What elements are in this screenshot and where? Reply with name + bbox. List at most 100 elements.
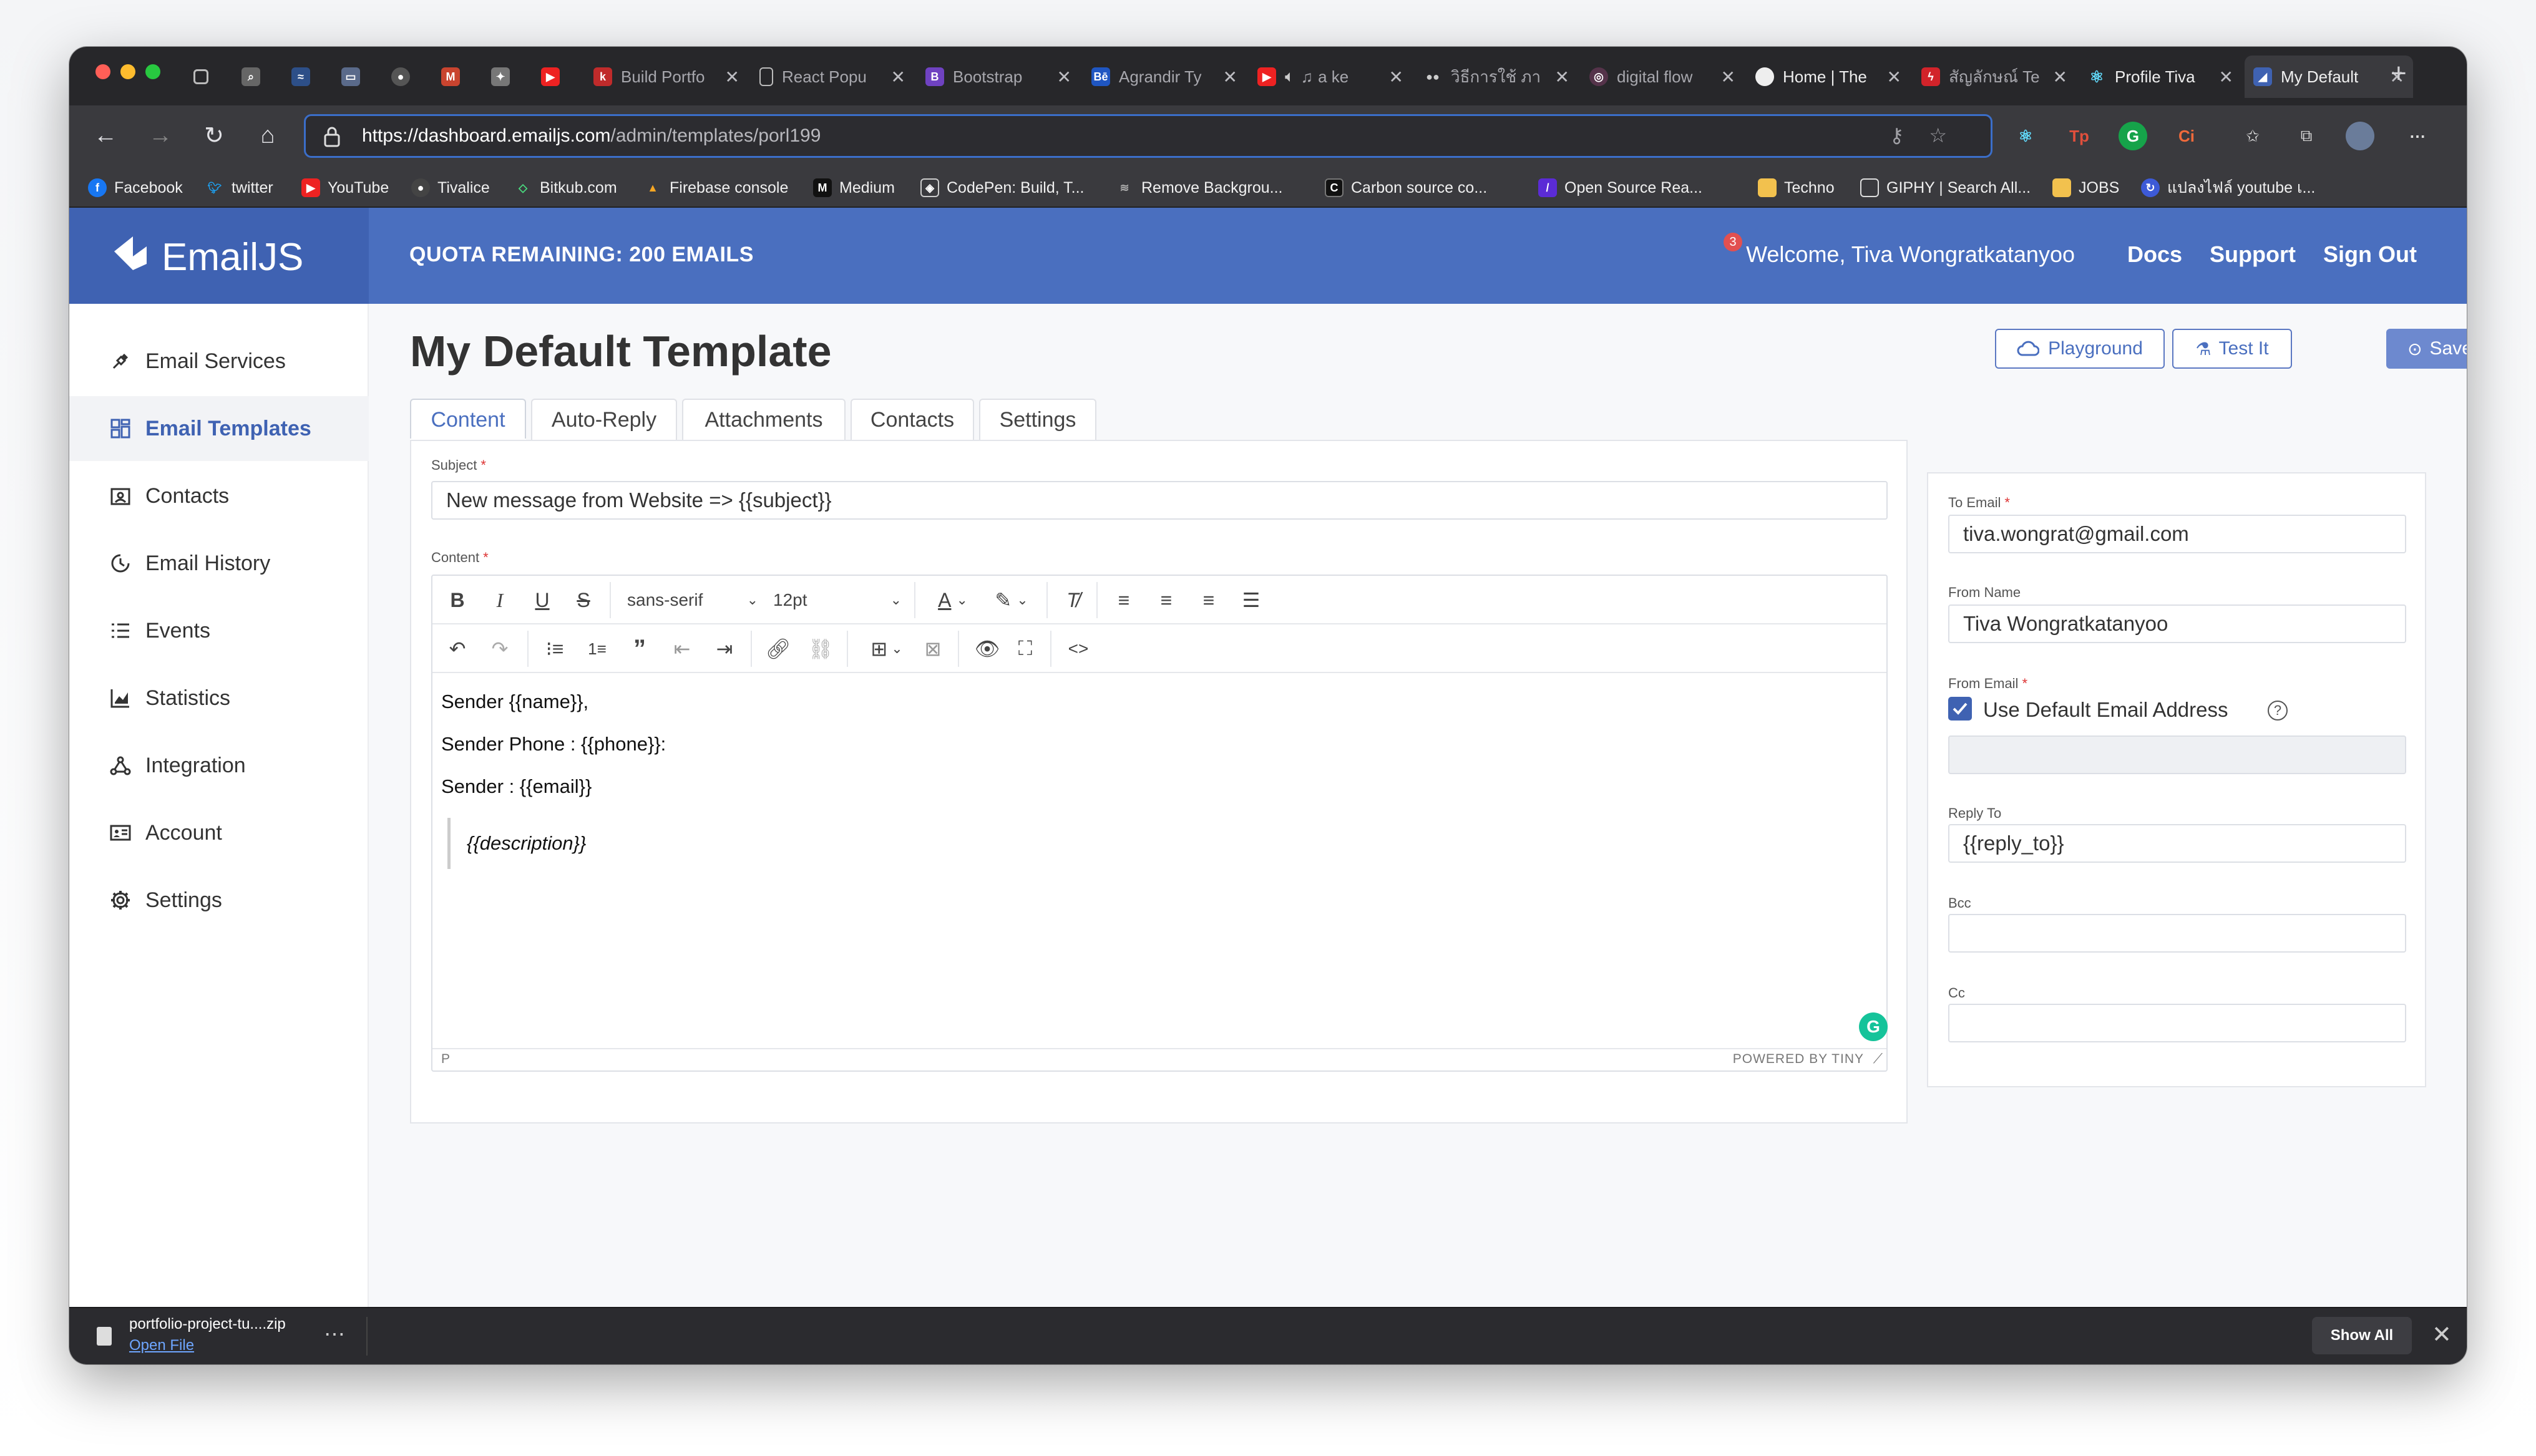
sidebar-item-email-history[interactable]: Email History [69, 531, 369, 596]
tab-pinned-1[interactable] [188, 56, 223, 98]
tab-my-default-active[interactable]: ◢ My Default ✕ [2245, 56, 2413, 98]
use-default-email-label[interactable]: Use Default Email Address [1983, 698, 2228, 722]
playground-button[interactable]: Playground [1995, 329, 2165, 369]
tab-auto-reply[interactable]: Auto-Reply [531, 399, 677, 440]
tab-thai-howto[interactable]: ●● วิธีการใช้ ภา ✕ [1415, 56, 1578, 98]
sidebar-item-settings[interactable]: Settings [69, 868, 369, 933]
from-name-input[interactable]: Tiva Wongratkatanyoo [1948, 604, 2406, 643]
key-icon[interactable]: ⚷ [1890, 124, 1929, 147]
cc-input[interactable] [1948, 1004, 2406, 1042]
save-button[interactable]: ⊙ Save [2386, 329, 2467, 369]
close-tab-icon[interactable]: ✕ [1057, 67, 1071, 87]
bookmark-yt-convert[interactable]: ↻ แปลงไฟล์ youtube เ... [2141, 177, 2315, 199]
react-devtools-icon[interactable]: ⚛ [2011, 122, 2040, 150]
more-menu-icon[interactable]: ⋯ [2403, 122, 2432, 150]
tab-attachments[interactable]: Attachments [682, 399, 846, 440]
reply-to-input[interactable]: {{reply_to}} [1948, 824, 2406, 863]
indent-icon[interactable]: ⇥ [712, 636, 737, 662]
bookmark-bitkub[interactable]: ◇ Bitkub.com [514, 177, 617, 199]
support-link[interactable]: Support [2210, 241, 2296, 268]
bcc-input[interactable] [1948, 914, 2406, 953]
close-tab-icon[interactable]: ✕ [725, 67, 739, 87]
sidebar-item-account[interactable]: Account [69, 800, 369, 865]
add-favorite-icon[interactable]: ☆ [1929, 124, 1972, 147]
tab-agrandir[interactable]: Bē Agrandir Ty ✕ [1083, 56, 1246, 98]
download-file-name[interactable]: portfolio-project-tu....zip [129, 1316, 286, 1333]
close-download-bar-icon[interactable]: ✕ [2432, 1321, 2452, 1349]
close-tab-icon[interactable]: ✕ [1223, 67, 1237, 87]
home-button[interactable]: ⌂ [251, 119, 284, 152]
tab-pinned-4[interactable]: ▭ [338, 56, 373, 98]
new-tab-button[interactable]: + [2391, 58, 2407, 89]
align-right-icon[interactable]: ≡ [1196, 587, 1221, 613]
source-code-icon[interactable]: <> [1063, 636, 1094, 662]
highlight-color-button[interactable]: ✎ ⌄ [987, 587, 1036, 613]
forward-button[interactable]: → [144, 119, 177, 152]
align-left-icon[interactable]: ≡ [1111, 587, 1136, 613]
bookmark-giphy[interactable]: GIPHY | Search All... [1860, 177, 2031, 199]
show-all-button[interactable]: Show All [2312, 1317, 2412, 1354]
docs-link[interactable]: Docs [2127, 241, 2182, 268]
text-color-button[interactable]: A ⌄ [928, 587, 978, 613]
sidebar-item-email-services[interactable]: Email Services [69, 329, 369, 394]
align-justify-icon[interactable]: ☰ [1239, 587, 1264, 613]
bookmark-carbon[interactable]: C Carbon source co... [1325, 177, 1487, 199]
use-default-email-checkbox[interactable] [1948, 697, 1972, 721]
sidebar-item-statistics[interactable]: Statistics [69, 666, 369, 730]
outdent-icon[interactable]: ⇤ [670, 636, 695, 662]
download-more-icon[interactable]: ⋯ [324, 1322, 345, 1347]
link-icon[interactable]: 🔗︎ [766, 636, 791, 662]
bookmark-facebook[interactable]: f Facebook [88, 177, 183, 199]
close-tab-icon[interactable]: ✕ [1721, 67, 1735, 87]
bullet-list-icon[interactable]: ⁝≡ [542, 636, 567, 662]
test-it-button[interactable]: ⚗ Test It [2172, 329, 2292, 369]
tab-build-portfolio[interactable]: k Build Portfo ✕ [585, 56, 748, 98]
tab-pinned-5[interactable]: ● [388, 56, 422, 98]
tab-pinned-3[interactable]: ≈ [288, 56, 323, 98]
speaker-icon[interactable]: 🔈︎ [1285, 67, 1295, 87]
sidebar-item-email-templates[interactable]: Email Templates [69, 396, 369, 461]
sidebar-item-contacts[interactable]: Contacts [69, 463, 369, 528]
tab-home[interactable]: Home | The ✕ [1747, 56, 1910, 98]
italic-icon[interactable]: I [487, 587, 512, 613]
powered-by-tiny[interactable]: POWERED BY TINY [1733, 1052, 1864, 1067]
tab-pinned-2[interactable]: ⌕ [238, 56, 273, 98]
editor-body[interactable]: Sender {{name}}, Sender Phone : {{phone}… [441, 676, 1876, 1025]
delete-table-icon[interactable]: ⊠ [920, 636, 945, 662]
close-tab-icon[interactable]: ✕ [2219, 67, 2233, 87]
tab-thai-symbol[interactable]: ϟ สัญลักษณ์ Te ✕ [1913, 56, 2076, 98]
sign-out-link[interactable]: Sign Out [2323, 241, 2417, 268]
tab-pinned-7[interactable]: ✦ [487, 56, 522, 98]
tab-bootstrap[interactable]: B Bootstrap ✕ [917, 56, 1080, 98]
sidebar-item-events[interactable]: Events [69, 598, 369, 663]
profile-avatar[interactable] [2346, 122, 2374, 150]
tab-youtube-music[interactable]: ▶ 🔈︎ ♫ a ke ✕ [1249, 56, 1412, 98]
bookmark-opensource[interactable]: / Open Source Rea... [1538, 177, 1702, 199]
align-center-icon[interactable]: ≡ [1154, 587, 1179, 613]
ci-extension-icon[interactable]: Ci [2172, 122, 2201, 150]
preview-eye-icon[interactable]: 👁︎ [972, 636, 1003, 662]
bookmark-codepen[interactable]: ◈ CodePen: Build, T... [920, 177, 1085, 199]
tab-contacts[interactable]: Contacts [851, 399, 974, 440]
tab-digital-flow[interactable]: ◎ digital flow ✕ [1581, 56, 1744, 98]
bookmark-techno[interactable]: Techno [1758, 177, 1835, 199]
font-family-select[interactable]: sans-serif ⌄ [627, 587, 758, 613]
close-tab-icon[interactable]: ✕ [891, 67, 905, 87]
back-button[interactable]: ← [89, 119, 122, 152]
bookmark-youtube[interactable]: ▶ YouTube [301, 177, 389, 199]
tab-react-popup[interactable]: React Popu ✕ [751, 56, 914, 98]
clear-format-icon[interactable]: T̸ [1060, 587, 1085, 613]
tab-pinned-8[interactable]: ▶ [537, 56, 572, 98]
tab-pinned-6[interactable]: M [437, 56, 472, 98]
tab-settings[interactable]: Settings [979, 399, 1096, 440]
fullscreen-icon[interactable]: ⛶ [1013, 636, 1038, 662]
bookmark-medium[interactable]: M Medium [813, 177, 895, 199]
close-window-button[interactable] [95, 64, 110, 79]
unlink-icon[interactable]: ⛓︎ [808, 636, 834, 662]
blockquote-icon[interactable]: ” [627, 635, 652, 662]
notification-badge[interactable]: 3 [1724, 233, 1743, 251]
reload-button[interactable]: ↻ [198, 119, 230, 152]
bookmark-tivalice[interactable]: ● Tivalice [411, 177, 490, 199]
help-icon[interactable]: ? [2268, 701, 2288, 721]
close-tab-icon[interactable]: ✕ [1887, 67, 1901, 87]
